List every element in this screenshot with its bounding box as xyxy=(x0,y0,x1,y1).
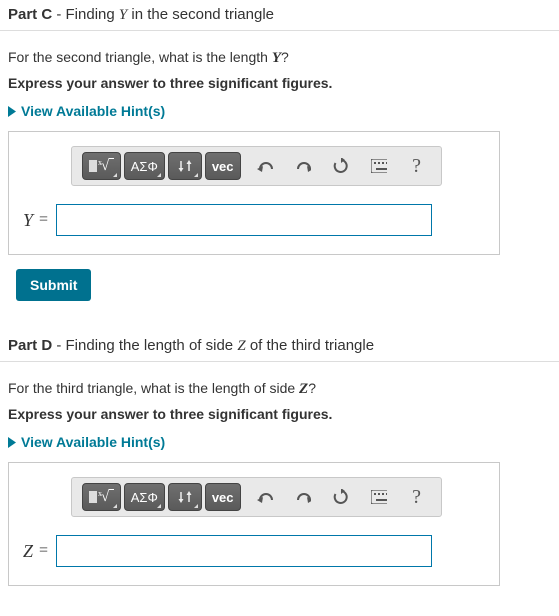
redo-icon xyxy=(295,159,311,173)
part-label: Part C xyxy=(8,6,52,23)
toolbar-group-format: x√ ΑΣΦ vec xyxy=(82,483,241,511)
variable-label: Y xyxy=(23,210,33,231)
templates-button[interactable]: x√ xyxy=(82,483,121,511)
sub-sup-button[interactable] xyxy=(168,483,202,511)
redo-icon xyxy=(295,490,311,504)
view-hints-toggle[interactable]: View Available Hint(s) xyxy=(8,103,551,119)
help-button[interactable]: ? xyxy=(403,152,431,180)
equals-sign: = xyxy=(39,211,48,229)
redo-button[interactable] xyxy=(289,483,317,511)
keyboard-button[interactable] xyxy=(365,152,393,180)
undo-button[interactable] xyxy=(251,152,279,180)
hints-label: View Available Hint(s) xyxy=(21,103,165,119)
part-body: For the third triangle, what is the leng… xyxy=(0,362,559,586)
answer-input-row: Z = xyxy=(23,535,485,567)
reset-icon xyxy=(333,158,349,174)
part-title-var: Z xyxy=(237,338,245,354)
toolbar-group-format: x√ ΑΣΦ vec xyxy=(82,152,241,180)
question-text: For the third triangle, what is the leng… xyxy=(8,380,551,398)
sub-sup-button[interactable] xyxy=(168,152,202,180)
part-label: Part D xyxy=(8,337,52,354)
undo-button[interactable] xyxy=(251,483,279,511)
part-header: Part C - Finding Y in the second triangl… xyxy=(0,0,559,31)
part-title-suffix: in the second triangle xyxy=(127,6,274,23)
redo-button[interactable] xyxy=(289,152,317,180)
equation-toolbar: x√ ΑΣΦ vec xyxy=(71,146,442,186)
part-title-var: Y xyxy=(119,7,127,23)
answer-input-row: Y = xyxy=(23,204,485,236)
keyboard-icon xyxy=(371,159,387,173)
instruction-text: Express your answer to three significant… xyxy=(8,406,551,422)
templates-button[interactable]: x√ xyxy=(82,152,121,180)
caret-right-icon xyxy=(8,437,17,448)
undo-icon xyxy=(257,490,273,504)
reset-button[interactable] xyxy=(327,483,355,511)
subsup-icon xyxy=(177,159,193,173)
undo-icon xyxy=(257,159,273,173)
answer-box: x√ ΑΣΦ vec xyxy=(8,462,500,586)
help-button[interactable]: ? xyxy=(403,483,431,511)
templates-icon: x√ xyxy=(89,158,114,175)
templates-icon: x√ xyxy=(89,489,114,506)
part-title-prefix: - Finding the length of side xyxy=(52,337,237,354)
greek-symbols-button[interactable]: ΑΣΦ xyxy=(124,483,165,511)
question-text: For the second triangle, what is the len… xyxy=(8,49,551,67)
vector-button[interactable]: vec xyxy=(205,152,241,180)
part-header: Part D - Finding the length of side Z of… xyxy=(0,331,559,362)
part-title-suffix: of the third triangle xyxy=(246,337,374,354)
answer-box: x√ ΑΣΦ vec xyxy=(8,131,500,255)
hints-label: View Available Hint(s) xyxy=(21,434,165,450)
answer-input[interactable] xyxy=(56,204,432,236)
part-d: Part D - Finding the length of side Z of… xyxy=(0,331,559,586)
equation-toolbar: x√ ΑΣΦ vec xyxy=(71,477,442,517)
subsup-icon xyxy=(177,490,193,504)
reset-button[interactable] xyxy=(327,152,355,180)
submit-button[interactable]: Submit xyxy=(16,269,91,301)
vector-button[interactable]: vec xyxy=(205,483,241,511)
caret-right-icon xyxy=(8,106,17,117)
part-c: Part C - Finding Y in the second triangl… xyxy=(0,0,559,301)
answer-input[interactable] xyxy=(56,535,432,567)
variable-label: Z xyxy=(23,541,33,562)
view-hints-toggle[interactable]: View Available Hint(s) xyxy=(8,434,551,450)
greek-symbols-button[interactable]: ΑΣΦ xyxy=(124,152,165,180)
keyboard-button[interactable] xyxy=(365,483,393,511)
instruction-text: Express your answer to three significant… xyxy=(8,75,551,91)
part-body: For the second triangle, what is the len… xyxy=(0,31,559,301)
reset-icon xyxy=(333,489,349,505)
part-title-prefix: - Finding xyxy=(52,6,119,23)
equals-sign: = xyxy=(39,542,48,560)
keyboard-icon xyxy=(371,490,387,504)
